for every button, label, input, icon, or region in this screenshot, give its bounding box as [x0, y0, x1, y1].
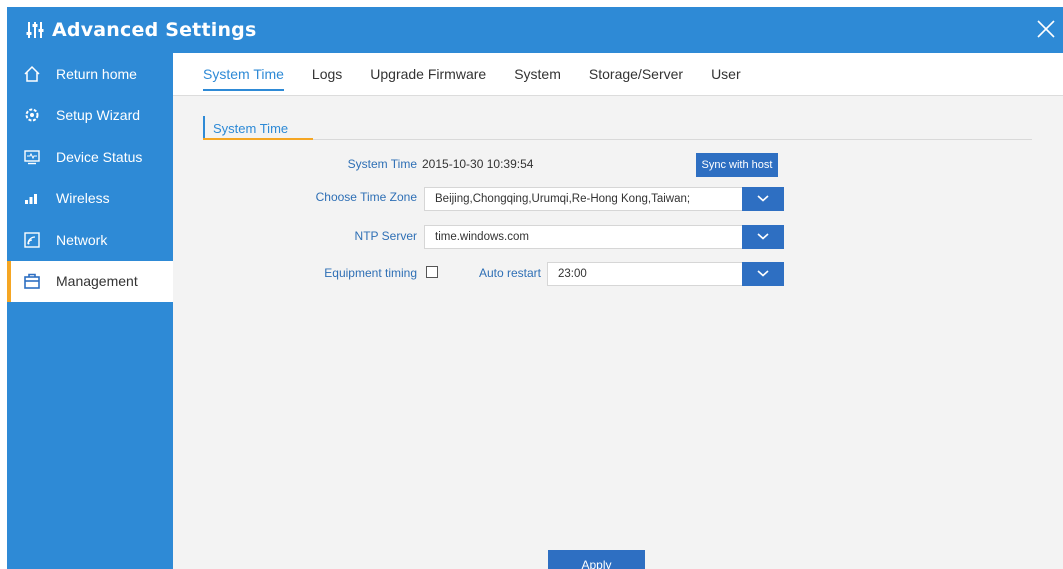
tab-upgrade-firmware[interactable]: Upgrade Firmware	[370, 53, 486, 96]
sidebar-item-label: Management	[56, 273, 138, 290]
time-zone-select[interactable]: Beijing,Chongqing,Urumqi,Re-Hong Kong,Ta…	[424, 187, 743, 211]
section-title: System Time	[213, 120, 289, 136]
close-button[interactable]	[1035, 19, 1057, 41]
section-header: System Time	[203, 116, 288, 140]
sidebar-item-management[interactable]: Management	[7, 260, 173, 302]
sidebar-item-label: Setup Wizard	[56, 107, 141, 124]
sidebar-item-label: Device Status	[56, 148, 143, 165]
close-icon	[1036, 19, 1056, 42]
equipment-timing-checkbox[interactable]	[426, 266, 438, 278]
sidebar: Return home Setup Wizard Device Status W…	[7, 53, 173, 569]
chevron-down-icon	[756, 192, 770, 206]
sidebar-item-label: Wireless	[56, 190, 110, 207]
system-time-value: 2015-10-30 10:39:54	[422, 157, 534, 171]
tab-logs[interactable]: Logs	[312, 53, 342, 96]
sliders-icon	[24, 19, 46, 41]
section-divider-accent	[203, 138, 313, 140]
chevron-down-icon	[756, 230, 770, 244]
main-content: System Time Logs Upgrade Firmware System…	[173, 53, 1063, 569]
tab-storage-server[interactable]: Storage/Server	[589, 53, 683, 96]
sidebar-item-wireless[interactable]: Wireless	[7, 178, 173, 220]
ntp-server-dropdown-button[interactable]	[742, 225, 784, 249]
chevron-down-icon	[756, 267, 770, 281]
sidebar-item-return-home[interactable]: Return home	[7, 53, 173, 95]
ntp-server-select[interactable]: time.windows.com	[424, 225, 743, 249]
advanced-settings-window: Advanced Settings Return home Setup Wiza…	[7, 7, 1063, 569]
time-zone-dropdown-button[interactable]	[742, 187, 784, 211]
time-zone-label: Choose Time Zone	[315, 190, 417, 204]
auto-restart-label: Auto restart	[478, 266, 541, 280]
auto-restart-dropdown-button[interactable]	[742, 262, 784, 286]
sidebar-item-setup-wizard[interactable]: Setup Wizard	[7, 95, 173, 137]
sidebar-item-network[interactable]: Network	[7, 219, 173, 261]
sync-with-host-button[interactable]: Sync with host	[696, 153, 778, 177]
apply-button[interactable]: Apply	[548, 550, 645, 569]
tab-system-time[interactable]: System Time	[203, 53, 284, 96]
gear-icon	[22, 105, 42, 125]
equipment-timing-label: Equipment timing	[324, 266, 417, 280]
tab-system[interactable]: System	[514, 53, 561, 96]
time-zone-value: Beijing,Chongqing,Urumqi,Re-Hong Kong,Ta…	[435, 193, 691, 205]
network-icon	[22, 230, 42, 250]
sidebar-item-label: Network	[56, 231, 108, 248]
window-title: Advanced Settings	[52, 19, 257, 41]
signal-bars-icon	[22, 188, 42, 208]
section-divider	[203, 139, 1032, 140]
sidebar-item-device-status[interactable]: Device Status	[7, 136, 173, 178]
title-bar: Advanced Settings	[7, 7, 1063, 53]
ntp-server-value: time.windows.com	[435, 231, 529, 243]
sidebar-item-label: Return home	[56, 65, 137, 82]
briefcase-icon	[22, 271, 42, 291]
system-time-label: System Time	[347, 157, 417, 171]
tab-bar: System Time Logs Upgrade Firmware System…	[173, 53, 1063, 96]
auto-restart-value: 23:00	[558, 268, 587, 280]
tab-user[interactable]: User	[711, 53, 741, 96]
monitor-icon	[22, 147, 42, 167]
auto-restart-select[interactable]: 23:00	[547, 262, 743, 286]
home-icon	[22, 64, 42, 84]
ntp-server-label: NTP Server	[354, 229, 417, 243]
